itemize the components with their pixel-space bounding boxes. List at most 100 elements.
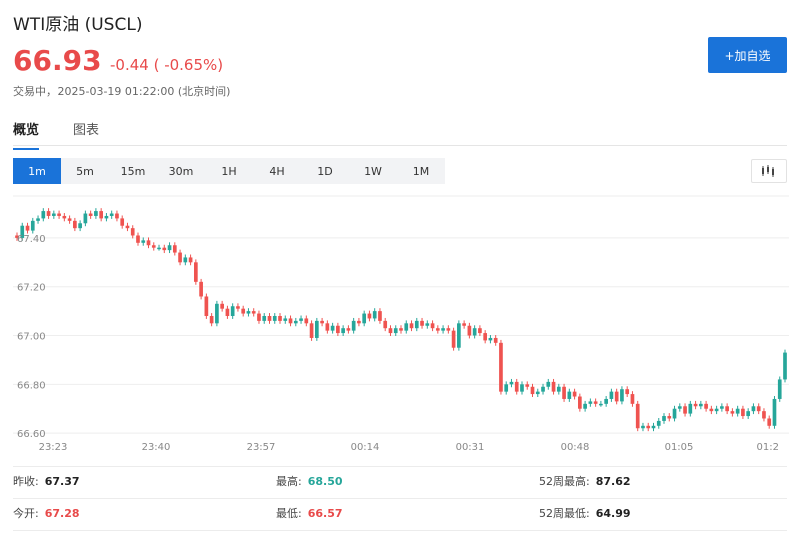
stat-prev-close: 昨收: 67.37 [13,475,80,488]
candle [599,403,603,406]
candle [493,337,498,343]
x-tick-label: 00:48 [561,442,590,453]
candle [783,352,787,380]
candle [625,389,630,395]
page-title: WTI原油 (USCL) [13,15,143,35]
candle [546,381,551,387]
candle [194,262,198,282]
candle [325,323,330,331]
stat-high: 最高: 68.50 [276,475,343,488]
candle [535,391,540,395]
candle [709,408,714,412]
stats-divider [13,466,787,467]
y-tick-label: 67.40 [17,234,46,245]
candle [62,215,67,219]
candle [435,328,440,331]
candle [362,313,367,324]
interval-1h[interactable]: 1H [205,158,253,184]
candle [188,257,193,263]
candle [746,411,751,417]
candle [99,211,104,219]
candle [562,386,566,399]
interval-1w[interactable]: 1W [349,158,397,184]
candle [551,381,556,392]
candle [604,398,608,404]
candle [215,303,219,324]
price-chart[interactable]: 67.40 67.20 67.00 66.80 66.60 23:23 23:40 23:57… [13,194,789,454]
y-tick-label: 67.00 [17,332,46,343]
candle [330,325,335,331]
candle [472,328,477,336]
candle [741,408,745,417]
candle [683,406,687,414]
candle [409,323,414,329]
candle [525,384,530,387]
candle [346,328,351,331]
candle [556,386,561,392]
candle [693,403,698,407]
candle [504,384,509,392]
candle [662,416,666,421]
interval-1d[interactable]: 1D [301,158,349,184]
candle [572,391,577,397]
candle [36,218,40,221]
candle [341,328,345,334]
candle [162,247,167,251]
candle [404,323,409,331]
candle [267,316,272,321]
candle [241,308,246,314]
candle [120,218,125,226]
candle [399,328,403,331]
candle [609,391,614,399]
candle [467,325,472,336]
candle [136,235,140,243]
last-price: 66.93 [13,44,102,77]
candle [756,406,761,412]
interval-4h[interactable]: 4H [253,158,301,184]
stat-open: 今开: 67.28 [13,507,80,520]
candle [199,281,203,297]
candle [762,411,766,419]
candle [130,228,135,236]
chart-type-button[interactable] [751,159,787,183]
stats-divider [13,530,787,531]
interval-1m[interactable]: 1m [13,158,61,184]
candle [583,403,587,409]
candle [656,420,661,426]
candle [30,220,35,231]
candle [83,213,88,224]
candle [451,330,456,348]
stat-low: 最低: 66.57 [276,507,343,520]
candle [767,418,772,426]
candle [462,323,466,326]
interval-30m[interactable]: 30m [157,158,205,184]
candle [78,223,82,229]
candle [309,323,314,338]
trade-status: 交易中， 2025-03-19 01:22:00 (北京时间) [13,85,231,98]
candle [509,381,514,385]
candle [283,318,288,321]
candle [488,337,493,341]
price-change: -0.44 ( -0.65%) [110,56,224,74]
candle [614,391,619,402]
candle [420,320,424,326]
candle [457,323,461,348]
interval-1mo[interactable]: 1M [397,158,445,184]
candle [151,245,156,248]
interval-5m[interactable]: 5m [61,158,109,184]
candle [41,211,46,219]
candle [51,213,56,216]
candle [293,320,298,324]
candle [688,403,693,414]
candle [772,398,777,426]
candle [351,320,356,331]
x-tick-label: 00:31 [456,442,485,453]
x-tick-label: 23:57 [247,442,276,453]
candle [209,316,214,324]
candle [514,381,519,392]
candle [251,311,256,314]
interval-15m[interactable]: 15m [109,158,157,184]
interval-selector: 1m 5m 15m 30m 1H 4H 1D 1W 1M [13,158,445,184]
candle [104,215,109,219]
add-watchlist-button[interactable]: +加自选 [708,37,787,73]
